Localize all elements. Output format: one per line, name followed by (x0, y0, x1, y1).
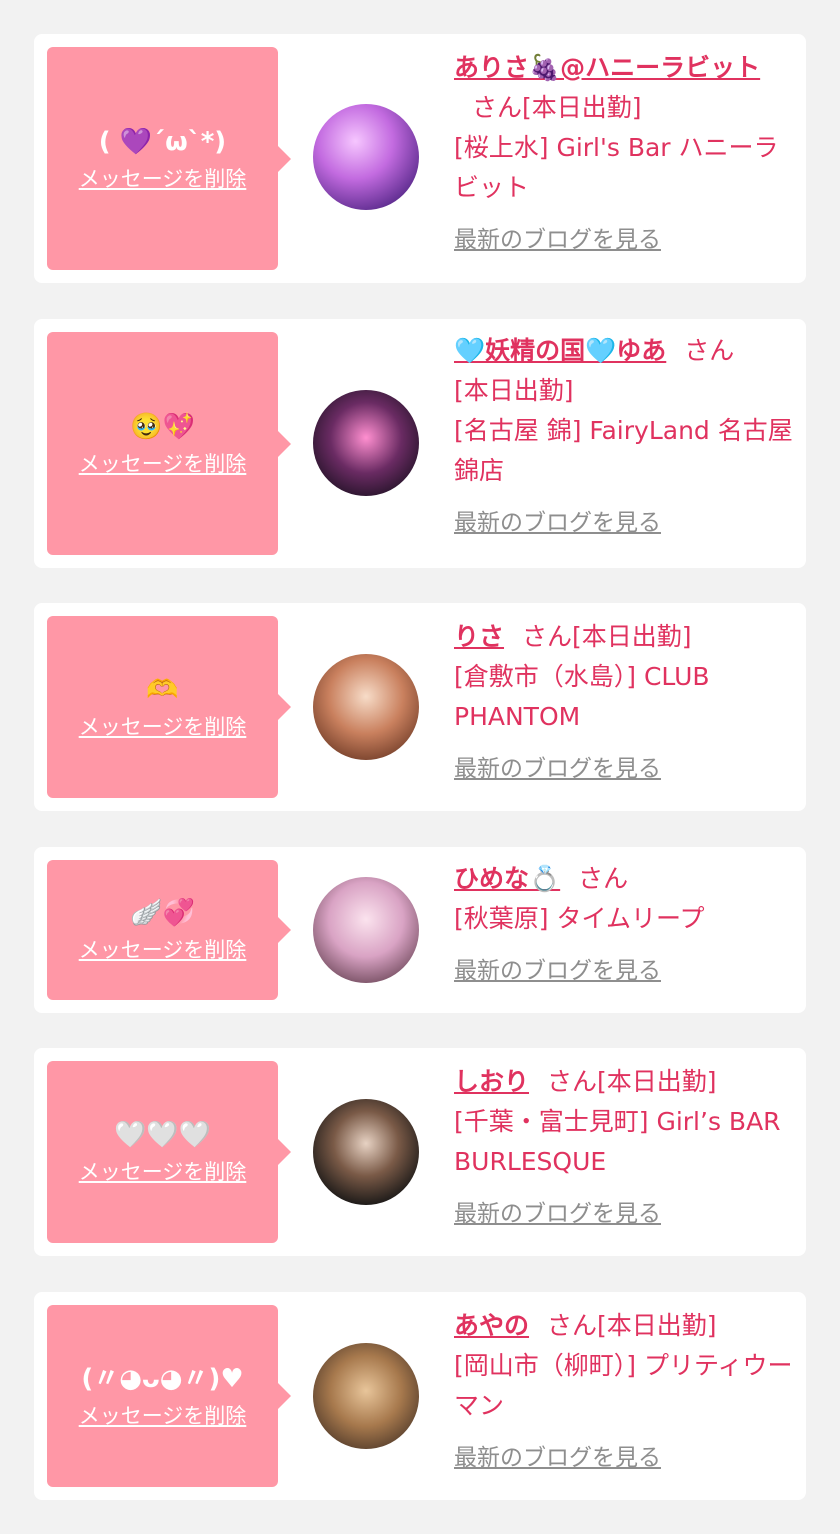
latest-blog-link[interactable]: 最新のブログを見る (454, 749, 661, 789)
honorific: さん (547, 1067, 598, 1096)
cast-name-link[interactable]: ひめな💍 (454, 864, 560, 893)
message-text: 🫶 (146, 675, 179, 705)
message-card: 🪽💞 メッセージを削除 ひめな💍 さん [秋葉原] タイムリープ 最新のブログを見… (34, 847, 806, 1013)
latest-blog-link[interactable]: 最新のブログを見る (454, 220, 661, 260)
latest-blog-link[interactable]: 最新のブログを見る (454, 951, 661, 991)
honorific: さん (472, 93, 523, 122)
message-bubble: 🪽💞 メッセージを削除 (47, 860, 291, 1000)
avatar[interactable] (313, 1099, 419, 1205)
delete-message-link[interactable]: メッセージを削除 (79, 1400, 247, 1430)
cast-name-link[interactable]: ありさ🍇@ハニーラビット (454, 53, 760, 82)
message-card: ( 💜´ω`*) メッセージを削除 ありさ🍇@ハニーラビットさん[本日出勤] [… (34, 34, 806, 283)
shop-name: [桜上水] Girl's Bar ハニーラビット (454, 133, 779, 202)
honorific: さん (684, 336, 735, 365)
status-label: [本日出勤] (597, 1067, 717, 1096)
cast-info: あやの さん[本日出勤] [岡山市（柳町）] プリティウーマン 最新のブログを見る (454, 1306, 794, 1478)
message-bubble: 🥹💖 メッセージを削除 (47, 332, 291, 555)
delete-message-link[interactable]: メッセージを削除 (79, 448, 247, 478)
status-label: [本日出勤] (522, 93, 642, 122)
message-card: (〃◕ᴗ◕〃)♥ メッセージを削除 あやの さん[本日出勤] [岡山市（柳町）] … (34, 1292, 806, 1500)
message-card: 🥹💖 メッセージを削除 🩵妖精の国🩵ゆあ さん [本日出勤] [名古屋 錦] Fai… (34, 319, 806, 568)
avatar[interactable] (313, 654, 419, 760)
status-label: [本日出勤] (572, 622, 692, 651)
message-bubble: 🤍🤍🤍 メッセージを削除 (47, 1061, 291, 1243)
shop-name: [秋葉原] タイムリープ (454, 904, 705, 933)
shop-name: [千葉・富士見町] Girl’s BAR BURLESQUE (454, 1107, 781, 1176)
cast-info: 🩵妖精の国🩵ゆあ さん [本日出勤] [名古屋 錦] FairyLand 名古屋錦店… (454, 331, 794, 543)
delete-message-link[interactable]: メッセージを削除 (79, 934, 247, 964)
cast-info: ありさ🍇@ハニーラビットさん[本日出勤] [桜上水] Girl's Bar ハニ… (454, 48, 794, 260)
message-text: ( 💜´ω`*) (98, 126, 227, 157)
latest-blog-link[interactable]: 最新のブログを見る (454, 503, 661, 543)
status-label: [本日出勤] (597, 1311, 717, 1340)
cast-info: ひめな💍 さん [秋葉原] タイムリープ 最新のブログを見る (454, 859, 794, 991)
message-bubble: 🫶 メッセージを削除 (47, 616, 291, 798)
message-text: 🥹💖 (130, 411, 195, 442)
honorific: さん (547, 1311, 598, 1340)
delete-message-link[interactable]: メッセージを削除 (79, 1156, 247, 1186)
message-text: 🤍🤍🤍 (113, 1120, 212, 1150)
avatar[interactable] (313, 1343, 419, 1449)
avatar[interactable] (313, 877, 419, 983)
avatar[interactable] (313, 104, 419, 210)
cast-info: しおり さん[本日出勤] [千葉・富士見町] Girl’s BAR BURLESQ… (454, 1062, 794, 1234)
latest-blog-link[interactable]: 最新のブログを見る (454, 1194, 661, 1234)
cast-name-link[interactable]: あやの (454, 1311, 529, 1340)
avatar[interactable] (313, 390, 419, 496)
message-list: ( 💜´ω`*) メッセージを削除 ありさ🍇@ハニーラビットさん[本日出勤] [… (0, 0, 840, 1534)
honorific: さん (522, 622, 573, 651)
cast-name-link[interactable]: りさ (454, 622, 504, 651)
status-label: [本日出勤] (454, 376, 574, 405)
cast-name-link[interactable]: しおり (454, 1067, 529, 1096)
delete-message-link[interactable]: メッセージを削除 (79, 711, 247, 741)
message-card: 🫶 メッセージを削除 りさ さん[本日出勤] [倉敷市（水島）] CLUB PHA… (34, 603, 806, 811)
cast-info: りさ さん[本日出勤] [倉敷市（水島）] CLUB PHANTOM 最新のブログ… (454, 617, 794, 789)
honorific: さん (578, 864, 629, 893)
latest-blog-link[interactable]: 最新のブログを見る (454, 1438, 661, 1478)
message-bubble: (〃◕ᴗ◕〃)♥ メッセージを削除 (47, 1305, 291, 1487)
shop-name: [岡山市（柳町）] プリティウーマン (454, 1351, 793, 1420)
message-text: (〃◕ᴗ◕〃)♥ (81, 1364, 244, 1394)
message-text: 🪽💞 (130, 898, 195, 928)
message-bubble: ( 💜´ω`*) メッセージを削除 (47, 47, 291, 270)
cast-name-link[interactable]: 🩵妖精の国🩵ゆあ (454, 336, 666, 365)
delete-message-link[interactable]: メッセージを削除 (79, 163, 247, 193)
shop-name: [名古屋 錦] FairyLand 名古屋錦店 (454, 416, 793, 485)
shop-name: [倉敷市（水島）] CLUB PHANTOM (454, 662, 710, 731)
message-card: 🤍🤍🤍 メッセージを削除 しおり さん[本日出勤] [千葉・富士見町] Girl’… (34, 1048, 806, 1256)
